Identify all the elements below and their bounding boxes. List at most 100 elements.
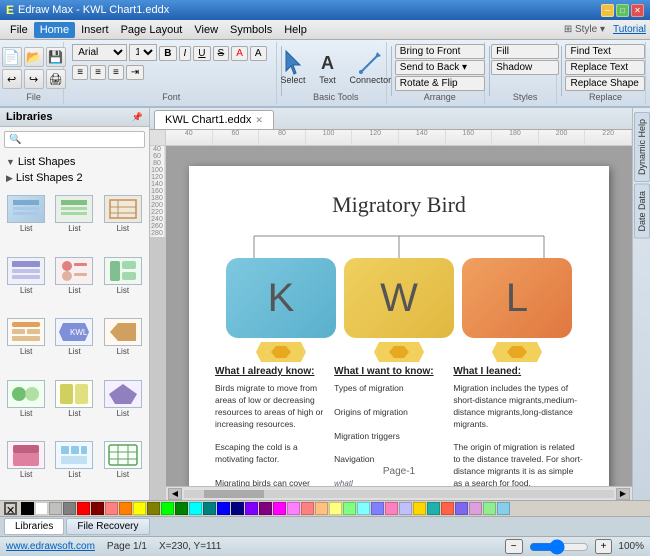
- scroll-track[interactable]: [184, 490, 614, 498]
- select-button[interactable]: Select: [277, 49, 310, 87]
- bring-to-front-button[interactable]: Bring to Front: [395, 44, 485, 59]
- connector-button[interactable]: Connector: [346, 49, 396, 87]
- redo-button[interactable]: ↪: [24, 69, 44, 89]
- canvas-tab[interactable]: KWL Chart1.eddx ✕: [154, 110, 274, 129]
- align-center-button[interactable]: ≡: [90, 65, 106, 80]
- list-item[interactable]: List: [4, 315, 48, 373]
- color-swatch-lightseagreen[interactable]: [427, 502, 440, 515]
- canvas-container[interactable]: Migratory Bird: [166, 146, 632, 486]
- save-button[interactable]: 💾: [46, 47, 66, 67]
- list-item[interactable]: List: [4, 377, 48, 435]
- menu-home[interactable]: Home: [34, 22, 75, 38]
- shadow-button[interactable]: Shadow: [491, 60, 559, 75]
- color-swatch-gold[interactable]: [413, 502, 426, 515]
- color-swatch-skyblue[interactable]: [497, 502, 510, 515]
- website-link[interactable]: www.edrawsoft.com: [6, 541, 95, 552]
- scroll-thumb[interactable]: [204, 490, 264, 498]
- color-swatch-medslateblue[interactable]: [455, 502, 468, 515]
- color-swatch-magenta[interactable]: [273, 502, 286, 515]
- list-item[interactable]: List: [101, 438, 145, 496]
- color-swatch-tomato[interactable]: [441, 502, 454, 515]
- zoom-slider[interactable]: [529, 539, 589, 555]
- libraries-tab[interactable]: Libraries: [4, 518, 64, 535]
- color-swatch-lightgreen[interactable]: [343, 502, 356, 515]
- list-item[interactable]: KWL List: [52, 315, 96, 373]
- indent-button[interactable]: ⇥: [126, 65, 144, 80]
- zoom-out-button[interactable]: −: [505, 539, 523, 554]
- italic-button[interactable]: I: [179, 46, 192, 61]
- color-swatch-maroon[interactable]: [91, 502, 104, 515]
- find-text-button[interactable]: Find Text: [565, 44, 645, 59]
- close-button[interactable]: ✕: [631, 4, 644, 17]
- list-item[interactable]: List: [4, 254, 48, 312]
- color-swatch-lightblue[interactable]: [371, 502, 384, 515]
- color-swatch-pink[interactable]: [105, 502, 118, 515]
- menu-view[interactable]: View: [188, 22, 224, 38]
- minimize-button[interactable]: ─: [601, 4, 614, 17]
- color-swatch-navy[interactable]: [231, 502, 244, 515]
- color-swatch-gray[interactable]: [63, 502, 76, 515]
- lib-tree-item-list-shapes-2[interactable]: ▶ List Shapes 2: [4, 170, 145, 186]
- color-swatch-yellow[interactable]: [133, 502, 146, 515]
- menu-insert[interactable]: Insert: [75, 22, 115, 38]
- underline-button[interactable]: U: [193, 46, 210, 61]
- color-swatch-orange[interactable]: [119, 502, 132, 515]
- color-swatch-periwinkle[interactable]: [399, 502, 412, 515]
- color-swatch-blue[interactable]: [217, 502, 230, 515]
- color-swatch-olive[interactable]: [147, 502, 160, 515]
- color-swatch-violet[interactable]: [287, 502, 300, 515]
- menu-file[interactable]: File: [4, 22, 34, 38]
- scroll-right-button[interactable]: ▶: [616, 488, 630, 500]
- menu-help[interactable]: Help: [278, 22, 313, 38]
- libraries-pin[interactable]: 📌: [132, 112, 143, 123]
- align-right-button[interactable]: ≡: [108, 65, 124, 80]
- fill-button[interactable]: Fill: [491, 44, 559, 59]
- print-button[interactable]: 🖨: [46, 69, 66, 89]
- list-item[interactable]: List: [101, 192, 145, 250]
- library-search-input[interactable]: [4, 131, 145, 148]
- color-swatch-salmon[interactable]: [301, 502, 314, 515]
- font-family-select[interactable]: Arial: [72, 44, 127, 61]
- color-swatch-hotpink[interactable]: [385, 502, 398, 515]
- undo-button[interactable]: ↩: [2, 69, 22, 89]
- color-swatch-lightyellow[interactable]: [329, 502, 342, 515]
- color-swatch-peach[interactable]: [315, 502, 328, 515]
- zoom-in-button[interactable]: +: [595, 539, 613, 554]
- color-swatch-purple[interactable]: [259, 502, 272, 515]
- menu-page-layout[interactable]: Page Layout: [115, 22, 189, 38]
- list-item[interactable]: List: [4, 192, 48, 250]
- open-button[interactable]: 📂: [24, 47, 44, 67]
- color-swatch-teal[interactable]: [203, 502, 216, 515]
- color-swatch-purple2[interactable]: [245, 502, 258, 515]
- menu-symbols[interactable]: Symbols: [224, 22, 278, 38]
- new-button[interactable]: 📄: [2, 47, 22, 67]
- color-swatch-white[interactable]: [35, 502, 48, 515]
- list-item[interactable]: List: [4, 438, 48, 496]
- scroll-left-button[interactable]: ◀: [168, 488, 182, 500]
- date-data-tab[interactable]: Date Data: [634, 184, 650, 239]
- bold-button[interactable]: B: [159, 46, 176, 61]
- tab-close-button[interactable]: ✕: [255, 115, 263, 126]
- no-color-swatch[interactable]: ✕: [4, 502, 17, 515]
- font-size-select[interactable]: 10: [129, 44, 157, 61]
- style-dropdown[interactable]: ⊞ Style ▾: [564, 24, 605, 35]
- list-item[interactable]: List: [52, 438, 96, 496]
- color-swatch-red[interactable]: [77, 502, 90, 515]
- color-swatch-plum[interactable]: [469, 502, 482, 515]
- strikethrough-button[interactable]: S: [213, 46, 230, 61]
- list-item[interactable]: List: [101, 315, 145, 373]
- color-swatch-black[interactable]: [21, 502, 34, 515]
- font-color-button[interactable]: A: [231, 46, 248, 61]
- list-item[interactable]: List: [101, 377, 145, 435]
- list-item[interactable]: List: [101, 254, 145, 312]
- color-swatch-lightcyan[interactable]: [357, 502, 370, 515]
- file-recovery-tab[interactable]: File Recovery: [66, 518, 149, 535]
- send-to-back-button[interactable]: Send to Back ▾: [395, 60, 485, 75]
- maximize-button[interactable]: □: [616, 4, 629, 17]
- replace-shape-button[interactable]: Replace Shape: [565, 76, 645, 91]
- color-swatch-cyan[interactable]: [189, 502, 202, 515]
- lib-tree-item-list-shapes[interactable]: ▼ List Shapes: [4, 154, 145, 170]
- horizontal-scrollbar[interactable]: ◀ ▶: [166, 486, 632, 500]
- color-swatch-silver[interactable]: [49, 502, 62, 515]
- align-left-button[interactable]: ≡: [72, 65, 88, 80]
